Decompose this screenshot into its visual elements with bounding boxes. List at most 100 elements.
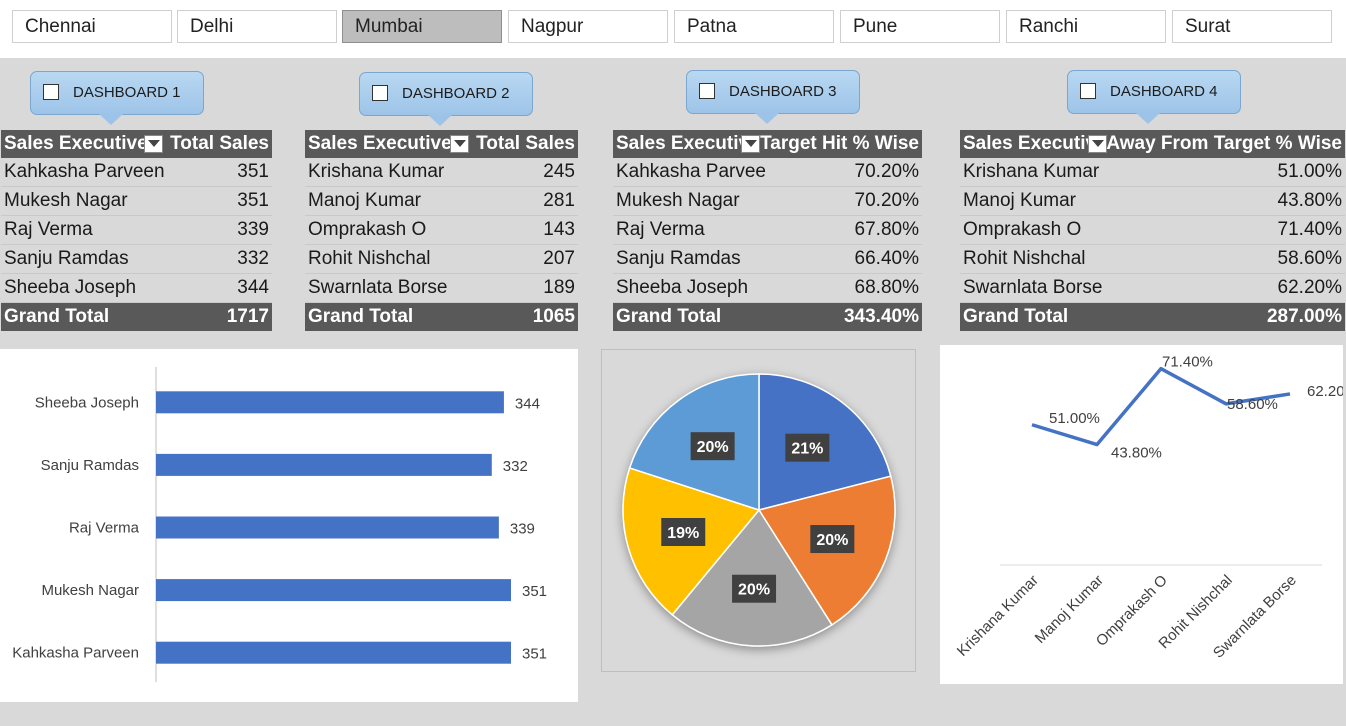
dashboard-1-button[interactable]: DASHBOARD 1	[30, 71, 204, 125]
row-name: Manoj Kumar	[963, 190, 1076, 211]
col-header-sales-executive: Sales Executiv	[616, 133, 746, 154]
slicer-item-pune[interactable]: Pune	[840, 10, 1000, 43]
dashboard-3-button[interactable]: DASHBOARD 3	[686, 70, 860, 124]
row-value: 58.60%	[1277, 248, 1342, 269]
col-header-sales-executive: Sales Executiv	[963, 133, 1093, 154]
pie-label: 21%	[791, 441, 823, 458]
row-value: 344	[237, 277, 269, 298]
slicer-item-mumbai[interactable]: Mumbai	[342, 10, 502, 43]
table-row: Kahkasha Parvee 70.20%	[613, 158, 922, 187]
bar-category-label: Sanju Ramdas	[41, 457, 139, 474]
slicer-item-chennai[interactable]: Chennai	[12, 10, 172, 43]
filter-dropdown-icon[interactable]	[450, 135, 469, 153]
filter-dropdown-icon[interactable]	[144, 135, 163, 153]
col-header-away-from-target: Away From Target % Wise	[1106, 133, 1342, 154]
pie-chart: 21% 20% 20% 19% 20%	[622, 373, 896, 647]
bar-category-label: Kahkasha Parveen	[12, 645, 139, 662]
bar-value-label: 351	[522, 646, 547, 663]
bar-value-label: 339	[510, 521, 535, 538]
line-category-label: Krishana Kumar	[954, 572, 1042, 660]
slicer-item-patna[interactable]: Patna	[674, 10, 834, 43]
pivot-table-2: Sales Executive Total Sales Krishana Kum…	[305, 130, 578, 331]
callout-tail	[428, 115, 452, 126]
callout-tail	[99, 114, 123, 125]
dashboard-2-checkbox[interactable]	[372, 85, 388, 101]
row-value: 207	[543, 248, 575, 269]
grand-total-label: Grand Total	[616, 306, 722, 327]
row-value: 43.80%	[1277, 190, 1342, 211]
col-header-total-sales: Total Sales	[170, 133, 269, 154]
row-name: Kahkasha Parveen	[4, 161, 165, 182]
table-row: Sheeba Joseph 68.80%	[613, 274, 922, 303]
row-name: Raj Verma	[4, 219, 93, 240]
row-value: 70.20%	[854, 161, 919, 182]
row-name: Rohit Nishchal	[963, 248, 1086, 269]
dashboard-4-checkbox[interactable]	[1080, 83, 1096, 99]
dashboard-4-button[interactable]: DASHBOARD 4	[1067, 70, 1241, 124]
row-name: Swarnlata Borse	[963, 277, 1103, 298]
table-row: Omprakash O 71.40%	[960, 216, 1345, 245]
row-name: Swarnlata Borse	[308, 277, 448, 298]
table-row: Krishana Kumar 245	[305, 158, 578, 187]
bar	[156, 579, 511, 602]
row-name: Omprakash O	[963, 219, 1082, 240]
pivot-header: Sales Executiv Target Hit % Wise	[613, 130, 922, 158]
row-name: Sheeba Joseph	[4, 277, 137, 298]
dashboard-3-checkbox[interactable]	[699, 83, 715, 99]
slicer-item-nagpur[interactable]: Nagpur	[508, 10, 668, 43]
row-name: Mukesh Nagar	[4, 190, 128, 211]
dashboard-3-label: DASHBOARD 3	[729, 83, 837, 100]
pivot-header: Sales Executive Total Sales	[1, 130, 272, 158]
table-row: Manoj Kumar 43.80%	[960, 187, 1345, 216]
grand-total-row: Grand Total 287.00%	[960, 303, 1345, 331]
pivot-table-3: Sales Executiv Target Hit % Wise Kahkash…	[613, 130, 922, 331]
filter-dropdown-icon[interactable]	[741, 135, 760, 153]
line-chart-panel: 51.00% Krishana Kumar 43.80% Manoj Kumar 71.…	[940, 345, 1343, 684]
pivot-header: Sales Executive Total Sales	[305, 130, 578, 158]
bar-value-label: 332	[503, 458, 528, 475]
grand-total-row: Grand Total 343.40%	[613, 303, 922, 331]
dashboard-4-label: DASHBOARD 4	[1110, 83, 1218, 100]
grand-total-row: Grand Total 1717	[1, 303, 272, 331]
row-value: 143	[543, 219, 575, 240]
row-name: Sanju Ramdas	[616, 248, 741, 269]
line-value-label: 71.40%	[1162, 354, 1213, 371]
line-value-label: 43.80%	[1111, 445, 1162, 462]
grand-total-row: Grand Total 1065	[305, 303, 578, 331]
row-name: Rohit Nishchal	[308, 248, 431, 269]
line-value-label: 51.00%	[1049, 410, 1100, 427]
table-row: Kahkasha Parveen 351	[1, 158, 272, 187]
pivot-table-4: Sales Executiv Away From Target % Wise K…	[960, 130, 1345, 331]
bar	[156, 516, 499, 539]
col-header-sales-executive: Sales Executive	[308, 133, 452, 154]
row-value: 68.80%	[854, 277, 919, 298]
slicer-item-ranchi[interactable]: Ranchi	[1006, 10, 1166, 43]
pivot-header: Sales Executiv Away From Target % Wise	[960, 130, 1345, 158]
pie-label: 20%	[697, 439, 729, 456]
table-row: Sanju Ramdas 66.40%	[613, 245, 922, 274]
table-row: Mukesh Nagar 70.20%	[613, 187, 922, 216]
callout-tail	[755, 113, 779, 124]
col-header-target-hit: Target Hit % Wise	[760, 133, 919, 154]
pie-slices	[622, 373, 896, 647]
slicer-item-surat[interactable]: Surat	[1172, 10, 1332, 43]
col-header-total-sales: Total Sales	[476, 133, 575, 154]
pie-label: 19%	[667, 525, 699, 542]
grand-total-label: Grand Total	[963, 306, 1069, 327]
grand-total-label: Grand Total	[308, 306, 414, 327]
callout-tail	[1136, 113, 1160, 124]
row-name: Kahkasha Parvee	[616, 161, 766, 182]
grand-total-value: 343.40%	[843, 306, 919, 327]
row-name: Omprakash O	[308, 219, 427, 240]
bar-category-label: Raj Verma	[69, 520, 140, 537]
filter-dropdown-icon[interactable]	[1088, 135, 1107, 153]
row-value: 51.00%	[1277, 161, 1342, 182]
row-name: Mukesh Nagar	[616, 190, 740, 211]
bar	[156, 641, 511, 664]
table-row: Swarnlata Borse 189	[305, 274, 578, 303]
slicer-item-delhi[interactable]: Delhi	[177, 10, 337, 43]
line-chart: 51.00%Krishana Kumar43.80%Manoj Kumar71.…	[954, 354, 1343, 662]
dashboard-2-button[interactable]: DASHBOARD 2	[359, 72, 533, 126]
dashboard-1-label: DASHBOARD 1	[73, 84, 181, 101]
dashboard-1-checkbox[interactable]	[43, 84, 59, 100]
